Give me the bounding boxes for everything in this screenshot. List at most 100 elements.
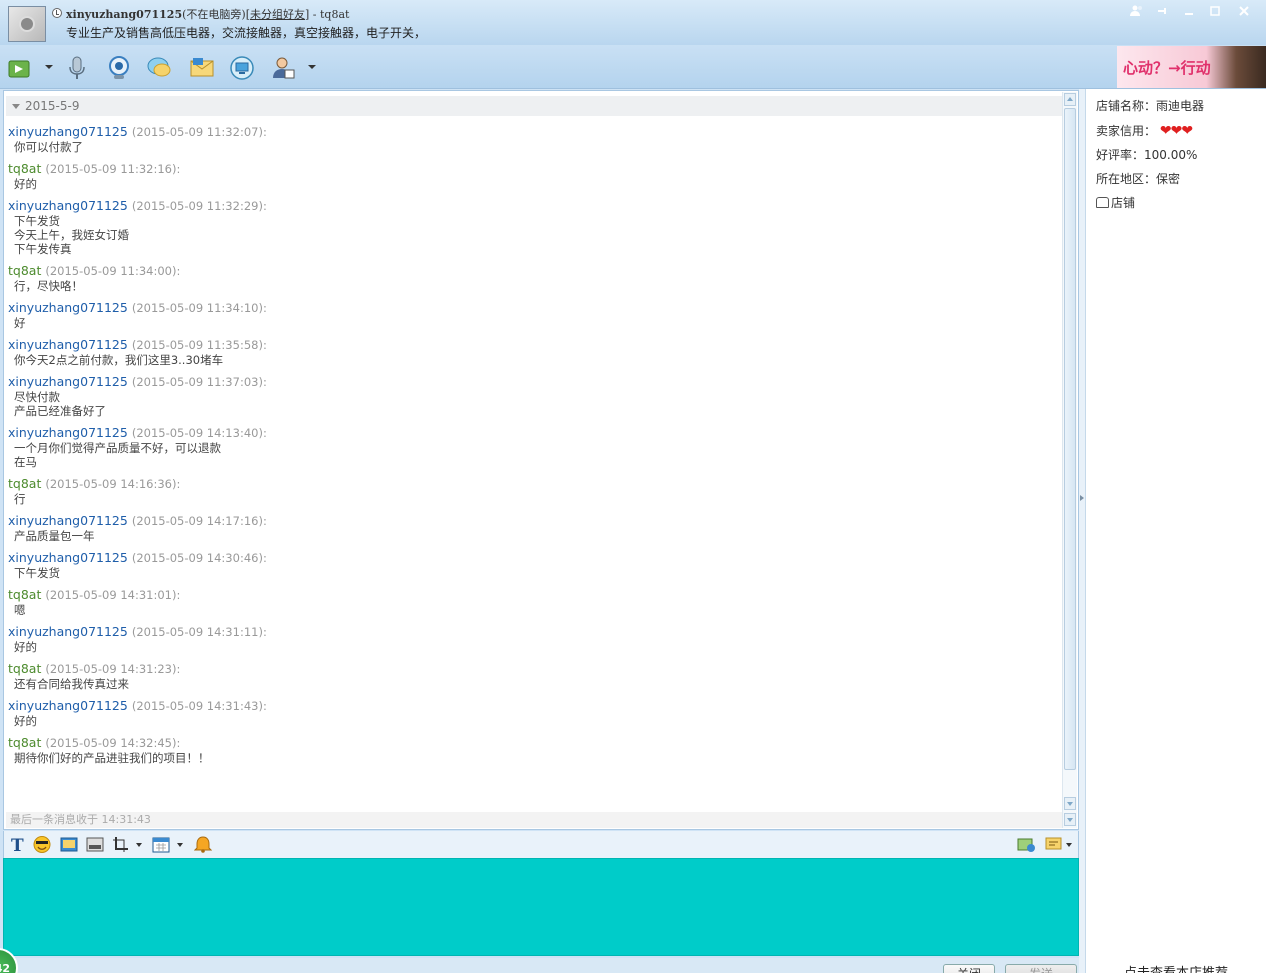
message-sender[interactable]: xinyuzhang071125 (8, 124, 128, 139)
message-sender[interactable]: tq8at (8, 661, 41, 676)
chat-message: xinyuzhang071125 (2015-05-09 11:32:07): 你… (8, 124, 1058, 154)
maximize-icon[interactable] (1204, 2, 1226, 20)
chat-message: tq8at (2015-05-09 14:31:23): 还有合同给我传真过来 (8, 661, 1058, 691)
scroll-thumb[interactable] (1064, 108, 1076, 770)
message-list: xinyuzhang071125 (2015-05-09 11:32:07): 你… (8, 124, 1058, 812)
calendar-dropdown-icon[interactable] (177, 843, 183, 847)
voice-icon[interactable] (64, 55, 90, 81)
message-sender[interactable]: xinyuzhang071125 (8, 698, 128, 713)
calendar-icon[interactable] (152, 836, 170, 853)
message-input[interactable] (3, 858, 1079, 956)
message-sender[interactable]: tq8at (8, 161, 41, 176)
contact-avatar[interactable] (8, 6, 46, 42)
close-button[interactable]: 关闭 (943, 964, 995, 973)
chat-message: tq8at (2015-05-09 14:32:45): 期待你们好的产品进驻我们… (8, 735, 1058, 765)
message-sender[interactable]: xinyuzhang071125 (8, 513, 128, 528)
heart-icon: ❤ (1181, 123, 1194, 139)
more-dropdown-icon[interactable] (308, 65, 316, 69)
message-time: (2015-05-09 14:30:46): (131, 551, 267, 565)
message-header: xinyuzhang071125 (2015-05-09 14:13:40): (8, 425, 1058, 441)
crop-dropdown-icon[interactable] (136, 843, 142, 847)
seller-credit-row: 卖家信用： ❤❤❤ (1096, 122, 1194, 139)
message-sender[interactable]: tq8at (8, 263, 41, 278)
window-controls (1126, 2, 1258, 20)
contact-card-icon[interactable] (270, 55, 296, 81)
emoji-icon[interactable] (33, 836, 51, 853)
chat-message: xinyuzhang071125 (2015-05-09 14:30:46): 下… (8, 550, 1058, 580)
seller-credit-label: 卖家信用： (1096, 124, 1157, 138)
message-sender[interactable]: xinyuzhang071125 (8, 198, 128, 213)
scroll-down-arrow-icon[interactable] (1064, 797, 1076, 810)
font-icon[interactable]: T (9, 836, 27, 856)
message-time: (2015-05-09 14:31:01): (45, 588, 181, 602)
collapse-triangle-icon (12, 104, 20, 109)
message-text: 好的 (14, 177, 37, 191)
video-icon[interactable] (106, 55, 132, 81)
message-sender[interactable]: xinyuzhang071125 (8, 300, 128, 315)
send-button[interactable]: 发送 (1005, 964, 1077, 973)
rating-row: 好评率：100.00% (1096, 146, 1197, 163)
scroll-bottom-arrow-icon[interactable] (1064, 813, 1076, 826)
chat-message: tq8at (2015-05-09 11:32:16): 好的 (8, 161, 1058, 191)
shop-icon (1096, 197, 1109, 208)
message-time: (2015-05-09 14:32:45): (45, 736, 181, 750)
chat-history: 2015-5-9 xinyuzhang071125 (2015-05-09 11… (3, 90, 1079, 830)
chat-message: tq8at (2015-05-09 11:34:00): 行，尽快咯！ (8, 263, 1058, 293)
shake-bell-icon[interactable] (193, 836, 213, 853)
message-time: (2015-05-09 11:35:58): (131, 338, 267, 352)
away-status-icon (52, 8, 62, 18)
message-text: 尽快付款 (14, 390, 60, 404)
message-header: tq8at (2015-05-09 14:31:23): (8, 661, 1058, 677)
window-title: xinyuzhang071125(不在电脑旁)[未分组好友] - tq8at (66, 6, 349, 22)
message-sender[interactable]: xinyuzhang071125 (8, 374, 128, 389)
minimize-icon[interactable] (1178, 2, 1200, 20)
store-link[interactable]: 店铺 (1096, 194, 1135, 211)
message-text: 你可以付款了 (14, 140, 83, 154)
contact-group-link[interactable]: 未分组好友 (250, 8, 305, 21)
quick-reply-icon[interactable] (1045, 836, 1063, 853)
crop-icon[interactable] (112, 836, 130, 853)
message-header: xinyuzhang071125 (2015-05-09 14:31:43): (8, 698, 1058, 714)
message-text: 产品质量包一年 (14, 529, 95, 543)
date-header[interactable]: 2015-5-9 (6, 96, 1064, 116)
message-sender[interactable]: xinyuzhang071125 (8, 337, 128, 352)
transfer-icon[interactable] (7, 55, 33, 81)
chat-message: tq8at (2015-05-09 14:16:36): 行 (8, 476, 1058, 506)
date-label: 2015-5-9 (25, 99, 80, 113)
remote-desktop-icon[interactable] (229, 55, 255, 81)
scroll-up-arrow-icon[interactable] (1064, 93, 1076, 106)
message-time: (2015-05-09 11:32:29): (131, 199, 267, 213)
message-time: (2015-05-09 14:31:23): (45, 662, 181, 676)
message-sender[interactable]: xinyuzhang071125 (8, 425, 128, 440)
email-icon[interactable] (189, 55, 215, 81)
promo-banner-text: 心动？→行动 (1123, 59, 1211, 77)
close-icon[interactable] (1230, 2, 1258, 20)
send-image-icon[interactable] (1017, 836, 1035, 853)
shop-info-panel: 店铺名称：雨迪电器 卖家信用： ❤❤❤ 好评率：100.00% 所在地区：保密 … (1085, 89, 1266, 973)
message-sender[interactable]: xinyuzhang071125 (8, 624, 128, 639)
shop-name-label: 店铺名称： (1096, 99, 1157, 113)
screenshot-icon[interactable] (86, 836, 104, 853)
message-time: (2015-05-09 11:32:07): (131, 125, 267, 139)
chat-scrollbar[interactable] (1062, 92, 1077, 828)
message-sender[interactable]: tq8at (8, 476, 41, 491)
promo-banner[interactable]: 心动？→行动 (1117, 46, 1266, 88)
message-sender[interactable]: xinyuzhang071125 (8, 550, 128, 565)
message-text: 一个月你们觉得产品质量不好，可以退款 (14, 441, 221, 455)
quick-reply-dropdown-icon[interactable] (1066, 843, 1072, 847)
chat-bubble-icon[interactable] (146, 55, 172, 81)
message-time: (2015-05-09 11:32:16): (45, 162, 181, 176)
title-bar: xinyuzhang071125(不在电脑旁)[未分组好友] - tq8at 专… (0, 0, 1266, 45)
message-text: 还有合同给我传真过来 (14, 677, 129, 691)
chat-message: xinyuzhang071125 (2015-05-09 11:37:03): 尽… (8, 374, 1058, 418)
svg-text:T: T (11, 836, 24, 853)
message-sender[interactable]: tq8at (8, 587, 41, 602)
shop-recommend-link[interactable]: 点击查看本店推荐 (1124, 962, 1228, 973)
message-sender[interactable]: tq8at (8, 735, 41, 750)
chat-message: xinyuzhang071125 (2015-05-09 11:32:29): 下… (8, 198, 1058, 256)
transfer-dropdown-icon[interactable] (45, 65, 53, 69)
contacts-icon[interactable] (1126, 2, 1148, 20)
message-time: (2015-05-09 14:17:16): (131, 514, 267, 528)
pin-icon[interactable] (1152, 2, 1174, 20)
image-icon[interactable] (60, 836, 78, 853)
